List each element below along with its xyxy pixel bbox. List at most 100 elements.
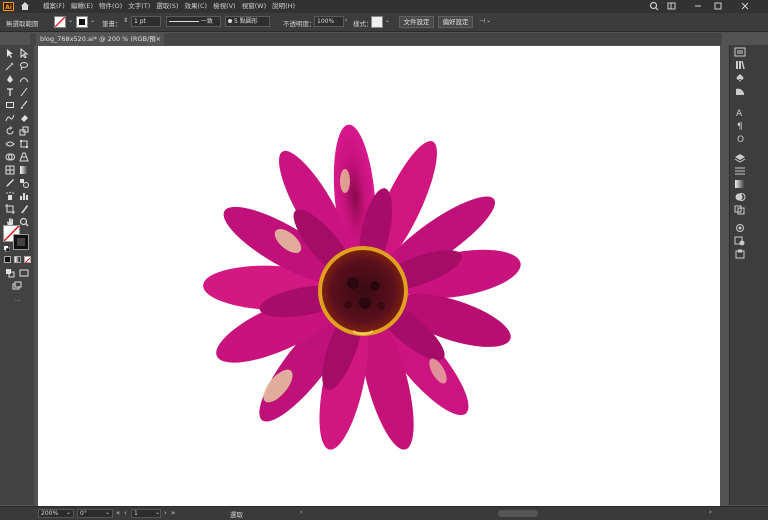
- rectangle-tool-icon[interactable]: [5, 100, 15, 110]
- asset-export-icon[interactable]: [734, 249, 746, 259]
- current-tool-label: 選取: [230, 511, 243, 519]
- menu-select[interactable]: 選取(S): [153, 2, 181, 12]
- opentype-icon[interactable]: O: [734, 133, 746, 143]
- align-dropdown-icon[interactable]: ⌄: [486, 17, 491, 24]
- gradient-mode-icon[interactable]: [14, 256, 21, 263]
- stroke-weight-field[interactable]: 1 pt: [131, 16, 161, 27]
- artboard-dropdown-icon[interactable]: ⌄: [155, 509, 160, 516]
- transparency-icon[interactable]: [734, 192, 746, 202]
- align-icon[interactable]: ⊣: [479, 17, 485, 25]
- menu-type[interactable]: 文字(T): [125, 2, 153, 12]
- zoom-tool-icon[interactable]: [19, 217, 29, 227]
- perspective-grid-tool-icon[interactable]: [19, 152, 29, 162]
- line-tool-icon[interactable]: [19, 87, 29, 97]
- close-tab-icon[interactable]: ×: [156, 33, 161, 45]
- layers-icon[interactable]: [734, 153, 746, 163]
- mesh-tool-icon[interactable]: [5, 165, 15, 175]
- menu-help[interactable]: 說明(H): [269, 2, 298, 12]
- prev-artboard-icon[interactable]: ‹: [124, 509, 127, 517]
- align-panel-icon[interactable]: [734, 166, 746, 176]
- doc-setup-button[interactable]: 文件設定: [399, 16, 434, 28]
- appearance-icon[interactable]: [734, 223, 746, 233]
- fill-dropdown-icon[interactable]: ⌄: [68, 17, 73, 24]
- stroke-swatch[interactable]: [76, 16, 88, 28]
- edit-toolbar-icon[interactable]: [12, 281, 22, 291]
- color-guide-icon[interactable]: [734, 86, 746, 96]
- artboard-tool-icon[interactable]: [5, 204, 15, 214]
- shaper-tool-icon[interactable]: [5, 113, 15, 123]
- eyedropper-tool-icon[interactable]: [5, 178, 15, 188]
- column-graph-tool-icon[interactable]: [19, 191, 29, 201]
- curvature-tool-icon[interactable]: [19, 74, 29, 84]
- symbols-icon[interactable]: [734, 73, 746, 83]
- pathfinder-icon[interactable]: [734, 205, 746, 215]
- none-mode-icon[interactable]: [24, 256, 31, 264]
- menu-items: 檔案(F) 編輯(E) 物件(O) 文字(T) 選取(S) 效果(C) 檢視(V…: [40, 2, 298, 12]
- menu-view[interactable]: 檢視(V): [210, 2, 239, 12]
- search-icon[interactable]: [649, 1, 659, 11]
- next-artboard-icon[interactable]: ›: [164, 509, 167, 517]
- menu-window[interactable]: 視窗(W): [239, 2, 270, 12]
- width-tool-icon[interactable]: [5, 139, 15, 149]
- scale-tool-icon[interactable]: [19, 126, 29, 136]
- pen-tool-icon[interactable]: [5, 74, 15, 84]
- screen-mode-icon[interactable]: [19, 268, 29, 278]
- artboard-canvas[interactable]: [38, 46, 720, 506]
- graphic-styles-icon[interactable]: [734, 236, 746, 246]
- rotation-dropdown-icon[interactable]: ⌄: [105, 509, 110, 516]
- document-tab[interactable]: blog_768x520.ai* @ 200 % (RGB/預視) ×: [36, 33, 164, 55]
- fill-swatch[interactable]: [54, 16, 66, 28]
- opacity-field[interactable]: 100%: [314, 16, 344, 27]
- shape-builder-tool-icon[interactable]: [5, 152, 15, 162]
- stroke-stepper-icon[interactable]: ⇕: [123, 17, 128, 24]
- gradient-tool-icon[interactable]: [19, 165, 29, 175]
- libraries-icon[interactable]: [734, 60, 746, 70]
- zoom-value: 200%: [41, 510, 59, 517]
- more-tools-icon[interactable]: ···: [14, 297, 21, 305]
- color-mode-icon[interactable]: [4, 256, 11, 263]
- gradient-panel-icon[interactable]: [734, 179, 746, 189]
- menu-edit[interactable]: 編輯(E): [68, 2, 96, 12]
- first-artboard-icon[interactable]: «: [116, 509, 120, 517]
- character-icon[interactable]: A: [734, 107, 746, 117]
- home-icon[interactable]: [20, 1, 30, 11]
- menu-object[interactable]: 物件(O): [96, 2, 125, 12]
- free-transform-tool-icon[interactable]: [19, 139, 29, 149]
- horizontal-scrollbar[interactable]: [498, 510, 538, 517]
- style-swatch[interactable]: [371, 16, 383, 28]
- symbol-sprayer-tool-icon[interactable]: [5, 191, 15, 201]
- opacity-arrow-icon[interactable]: ›: [345, 17, 347, 24]
- preferences-button[interactable]: 偏好設定: [438, 16, 473, 28]
- menu-file[interactable]: 檔案(F): [40, 2, 68, 12]
- stroke-style-select[interactable]: 一致: [166, 16, 221, 27]
- draw-normal-icon[interactable]: [5, 268, 15, 278]
- brush-select[interactable]: 5 點圓形: [225, 16, 270, 27]
- stroke-color-box[interactable]: [13, 234, 29, 250]
- paintbrush-tool-icon[interactable]: [19, 100, 29, 110]
- menu-effect[interactable]: 效果(C): [181, 2, 210, 12]
- direct-selection-tool-icon[interactable]: [19, 48, 29, 58]
- properties-icon[interactable]: [734, 47, 746, 57]
- last-artboard-icon[interactable]: »: [171, 509, 175, 517]
- rotate-tool-icon[interactable]: [5, 126, 15, 136]
- flower-image[interactable]: [38, 46, 720, 506]
- default-colors-icon[interactable]: [4, 246, 11, 253]
- paragraph-icon[interactable]: ¶: [734, 120, 746, 130]
- scroll-right-icon[interactable]: ›: [709, 508, 712, 516]
- status-menu-arrow-icon[interactable]: ›: [300, 509, 302, 516]
- style-dropdown-icon[interactable]: ⌄: [385, 17, 390, 24]
- svg-text:O: O: [737, 135, 744, 143]
- selection-tool-icon[interactable]: [5, 48, 15, 58]
- window-min-icon[interactable]: [693, 1, 703, 11]
- zoom-dropdown-icon[interactable]: ⌄: [66, 509, 71, 516]
- type-tool-icon[interactable]: [5, 87, 15, 97]
- window-close-icon[interactable]: [740, 1, 750, 11]
- lasso-tool-icon[interactable]: [19, 61, 29, 71]
- slice-tool-icon[interactable]: [19, 204, 29, 214]
- blend-tool-icon[interactable]: [19, 178, 29, 188]
- stroke-dropdown-icon[interactable]: ⌄: [90, 17, 95, 24]
- eraser-tool-icon[interactable]: [19, 113, 29, 123]
- magic-wand-tool-icon[interactable]: [5, 61, 15, 71]
- arrange-icon[interactable]: [667, 1, 677, 11]
- window-max-icon[interactable]: [713, 1, 723, 11]
